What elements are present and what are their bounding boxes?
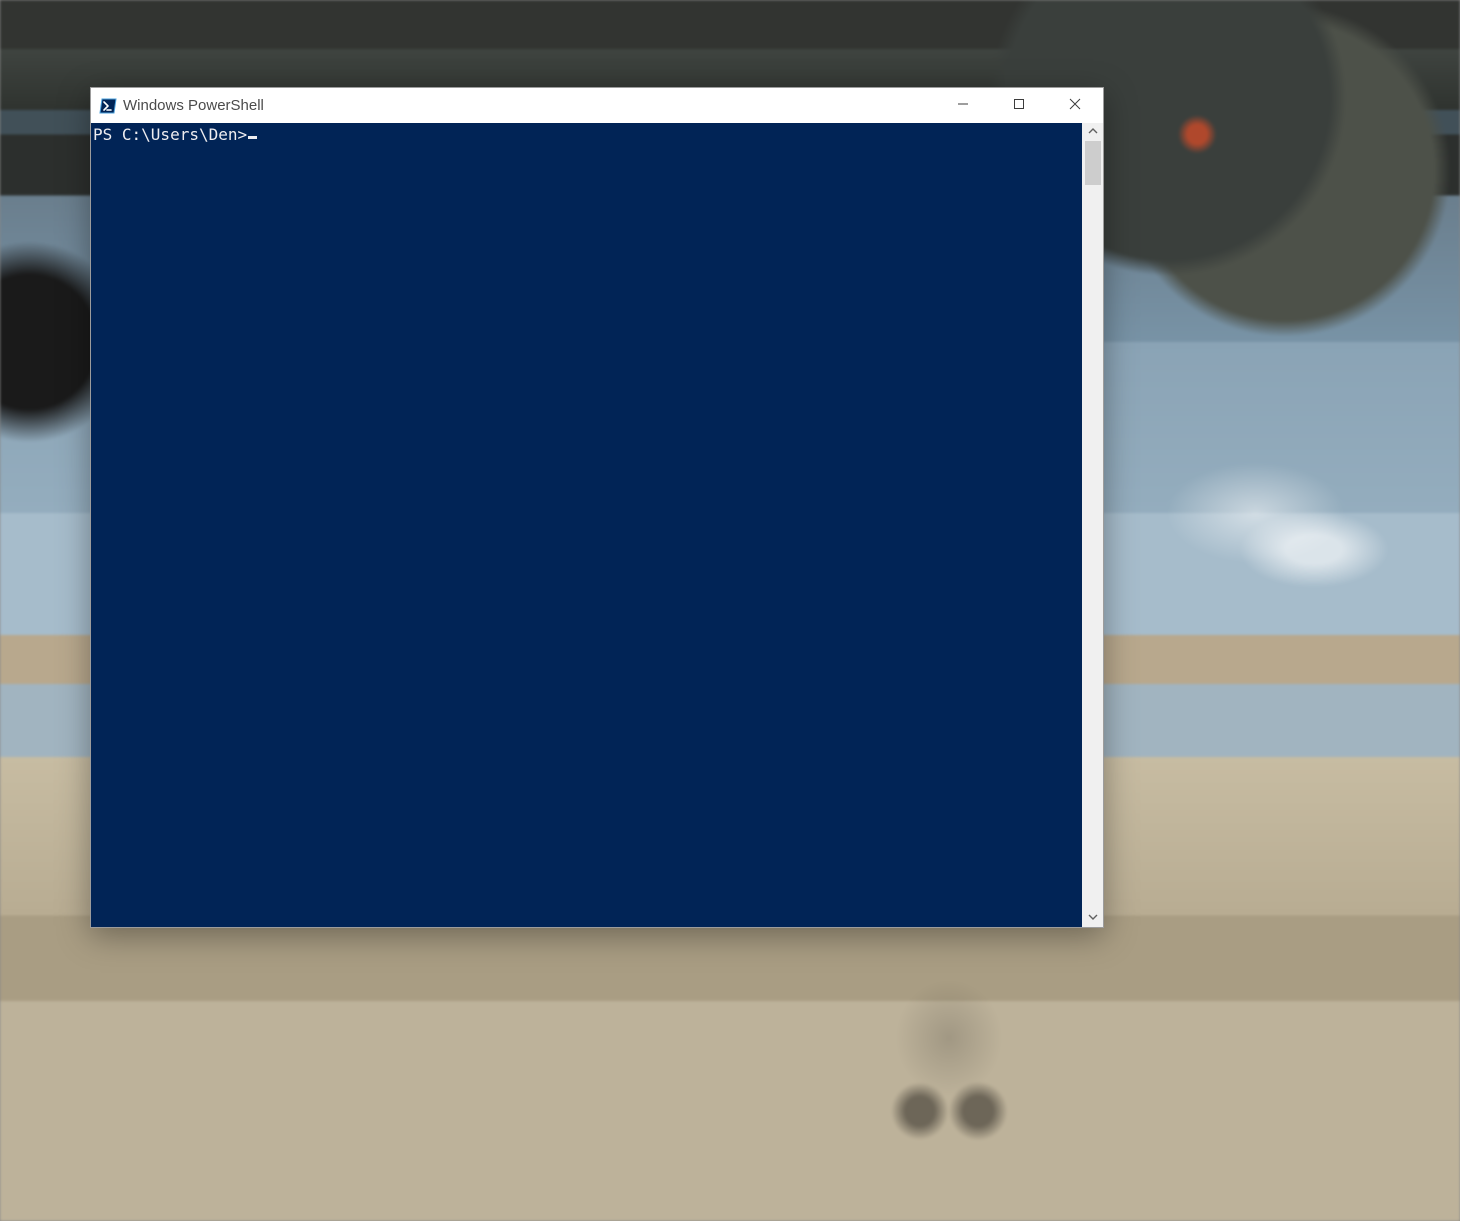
- scroll-down-button[interactable]: [1083, 909, 1103, 927]
- close-icon: [1069, 97, 1081, 114]
- scrollbar-track[interactable]: [1083, 141, 1103, 909]
- terminal-area[interactable]: PS C:\Users\Den>: [91, 123, 1082, 927]
- terminal-cursor: [248, 136, 257, 139]
- vertical-scrollbar[interactable]: [1082, 123, 1103, 927]
- window-title: Windows PowerShell: [123, 97, 264, 114]
- titlebar[interactable]: Windows PowerShell: [91, 88, 1103, 123]
- minimize-icon: [957, 97, 969, 114]
- minimize-button[interactable]: [935, 88, 991, 123]
- scrollbar-thumb[interactable]: [1085, 141, 1101, 185]
- chevron-down-icon: [1088, 909, 1098, 927]
- scroll-up-button[interactable]: [1083, 123, 1103, 141]
- powershell-icon: [99, 97, 117, 115]
- terminal-prompt: PS C:\Users\Den>: [93, 125, 247, 144]
- chevron-up-icon: [1088, 123, 1098, 141]
- maximize-icon: [1013, 97, 1025, 114]
- powershell-window: Windows PowerShell PS C:\Users\Den>: [90, 87, 1104, 928]
- window-client-area: PS C:\Users\Den>: [91, 123, 1103, 927]
- close-button[interactable]: [1047, 88, 1103, 123]
- maximize-button[interactable]: [991, 88, 1047, 123]
- window-controls: [935, 88, 1103, 123]
